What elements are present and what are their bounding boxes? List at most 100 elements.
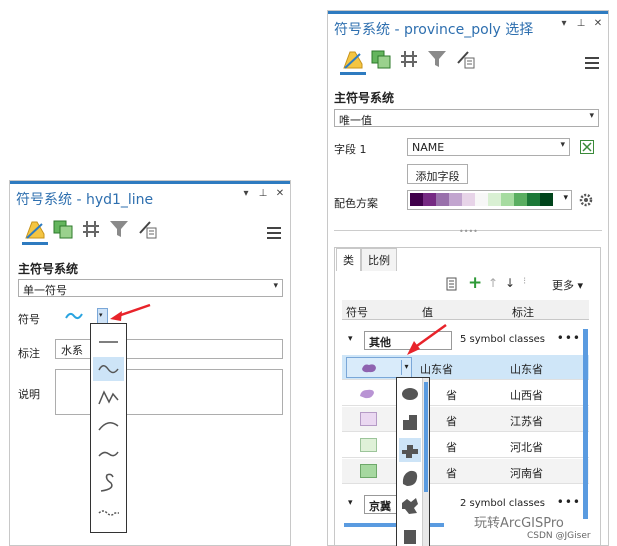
table-row[interactable]: 省 河北省 (342, 433, 589, 458)
gallery-item[interactable] (399, 410, 421, 434)
symbol-cell-button[interactable]: ▾ (346, 357, 412, 378)
move-up-icon[interactable]: ↑ (488, 276, 498, 290)
screenshot-stage: 符号系统 - hyd1_line ▾ ⊥ ✕ 主符号系统 单一符号 ▾ 符号 ▾… (0, 0, 617, 546)
chevron-down-icon[interactable]: ▾ (348, 498, 353, 508)
tab-symbol-layer-drawing[interactable] (80, 218, 102, 240)
tab-vary-symbology[interactable] (52, 218, 74, 240)
wave-line-icon (98, 365, 119, 374)
gallery-item[interactable] (93, 386, 124, 410)
col-label[interactable]: 标注 (512, 304, 534, 320)
table-row[interactable]: 省 江苏省 (342, 407, 589, 432)
tab-vary-symbology[interactable] (370, 48, 392, 70)
renderer-value: 单一符号 (23, 284, 67, 297)
symbol-dropdown-button[interactable]: ▾ (97, 308, 108, 324)
tab-legend[interactable] (454, 48, 476, 70)
gallery-item[interactable] (93, 414, 124, 438)
class-tabs: 类 比例 (336, 248, 397, 271)
vertical-scrollbar[interactable] (583, 329, 588, 519)
dropdown-icon[interactable]: ▾ (559, 18, 569, 29)
row-label[interactable]: 山西省 (510, 387, 543, 403)
group-more-icon[interactable]: ••• (557, 331, 581, 345)
pane-controls: ▾ ⊥ ✕ (559, 18, 603, 29)
layers-icon (371, 50, 391, 69)
tab-filter[interactable] (426, 48, 448, 70)
tab-filter[interactable] (108, 218, 130, 240)
tilde-line-icon (98, 451, 119, 457)
gallery-item[interactable] (399, 382, 421, 406)
row-label[interactable]: 河北省 (510, 439, 543, 455)
arc-line-icon (98, 422, 119, 431)
palette-swatch-2 (436, 193, 449, 206)
row-1-swatch[interactable] (358, 387, 376, 401)
group-header[interactable]: ▾ 其他 5 symbol classes ••• (342, 328, 589, 354)
close-icon[interactable]: ✕ (275, 188, 285, 199)
gallery-scrollbar[interactable] (422, 378, 429, 546)
gallery-item[interactable] (399, 494, 421, 518)
row-2-swatch[interactable] (360, 412, 377, 426)
palette-swatch-5 (475, 193, 488, 206)
gallery-item[interactable] (93, 330, 124, 354)
add-all-values-icon[interactable] (446, 277, 460, 292)
field-select[interactable]: NAME ▾ (407, 138, 570, 156)
table-row[interactable]: 省 河南省 (342, 459, 589, 484)
tab-legend[interactable] (136, 218, 158, 240)
renderer-select[interactable]: 单一符号 ▾ (18, 279, 283, 297)
tab-symbol-layer-drawing[interactable] (398, 48, 420, 70)
sql-expression-icon[interactable] (580, 140, 594, 154)
col-symbol[interactable]: 符号 (346, 304, 368, 320)
dropdown-icon[interactable]: ▾ (241, 188, 251, 199)
close-icon[interactable]: ✕ (593, 18, 603, 29)
color-scheme-select[interactable]: ▾ (407, 190, 572, 210)
gallery-item[interactable] (399, 466, 421, 490)
gallery-item-selected[interactable] (399, 438, 421, 462)
annotation-arrow (110, 303, 151, 321)
add-field-button[interactable]: 添加字段 (407, 164, 468, 184)
pin-icon[interactable]: ⊥ (258, 188, 268, 199)
palette-swatch-7 (501, 193, 514, 206)
group-more-icon[interactable]: ••• (557, 495, 581, 509)
pen-tray-icon (343, 51, 363, 69)
tab-primary-symbology[interactable] (340, 48, 366, 75)
row-label[interactable]: 河南省 (510, 465, 543, 481)
current-symbol-preview[interactable] (65, 309, 83, 323)
pin-icon[interactable]: ⊥ (576, 18, 586, 29)
hash-grid-icon (401, 51, 417, 67)
row-label[interactable]: 山东省 (510, 361, 543, 377)
sort-icon[interactable]: ⁝ (523, 276, 526, 287)
gallery-item[interactable] (93, 471, 124, 495)
more-label: 更多 (552, 279, 574, 292)
row-value[interactable]: 省 (446, 439, 457, 455)
tab-scale[interactable]: 比例 (361, 248, 397, 271)
row-4-swatch[interactable] (360, 464, 377, 478)
table-row[interactable]: 省 山西省 (342, 381, 589, 406)
chevron-down-icon[interactable]: ▾ (401, 360, 411, 375)
row-value[interactable]: 山东省 (420, 361, 453, 377)
add-icon[interactable]: + (468, 273, 482, 293)
gallery-item-selected[interactable] (93, 357, 124, 381)
row-value[interactable]: 省 (446, 413, 457, 429)
chevron-down-icon: ▾ (563, 193, 568, 203)
pane-accent-bar (328, 11, 608, 14)
legend-icon (457, 51, 475, 69)
row-label[interactable]: 江苏省 (510, 413, 543, 429)
chevron-down-icon[interactable]: ▾ (348, 334, 353, 344)
tab-classes[interactable]: 类 (336, 248, 361, 271)
row-value[interactable]: 省 (446, 387, 457, 403)
gallery-item[interactable] (93, 442, 124, 466)
move-down-icon[interactable]: ↓ (505, 276, 515, 290)
tab-primary-symbology[interactable] (22, 218, 48, 245)
row-3-swatch[interactable] (360, 438, 377, 452)
gallery-item[interactable] (399, 524, 421, 546)
row-value[interactable]: 省 (446, 465, 457, 481)
renderer-select[interactable]: 唯一值 ▾ (334, 109, 599, 127)
gear-icon[interactable] (578, 192, 594, 208)
straight-line-icon (99, 341, 118, 343)
more-menu[interactable]: 更多 ▾ (552, 277, 583, 293)
menu-icon[interactable] (585, 57, 599, 69)
gallery-item[interactable] (93, 501, 124, 525)
menu-icon[interactable] (267, 227, 281, 239)
col-value[interactable]: 值 (422, 304, 433, 320)
chevron-down-icon: ▾ (273, 281, 278, 291)
table-row[interactable]: ▾ 山东省 山东省 (342, 355, 589, 380)
row-0-swatch (362, 364, 376, 373)
